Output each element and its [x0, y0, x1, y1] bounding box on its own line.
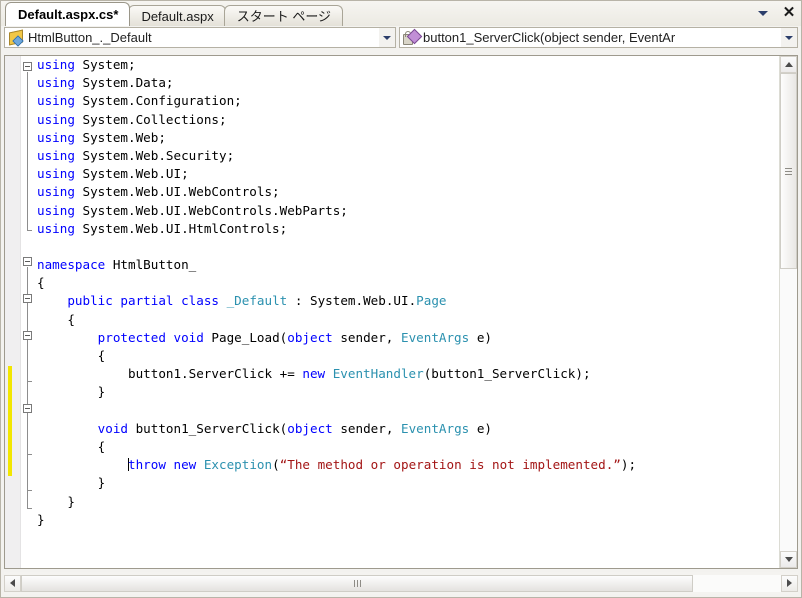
code-line: using System;	[37, 57, 136, 72]
vertical-scroll-track[interactable]	[780, 73, 797, 551]
code-line: }	[37, 511, 45, 527]
change-tracking-bar	[8, 366, 12, 476]
class-selector-value: HtmlButton_._Default	[28, 29, 152, 45]
code-line: using System.Configuration;	[37, 93, 242, 109]
code-line: {	[37, 275, 45, 291]
vertical-scroll-thumb[interactable]	[780, 73, 797, 269]
code-line: {	[37, 438, 106, 454]
collapse-toggle-usings[interactable]	[23, 62, 32, 71]
tab-strip-controls: ✕	[755, 2, 797, 24]
close-document-button[interactable]: ✕	[781, 5, 797, 21]
tab-start-page[interactable]: スタート ページ	[223, 5, 344, 26]
document-tab-strip: Default.aspx.cs* Default.aspx スタート ページ ✕	[1, 1, 801, 26]
chevron-down-icon[interactable]	[781, 28, 797, 47]
scroll-left-icon[interactable]	[4, 574, 21, 592]
code-line: using System.Web.UI.WebControls;	[37, 184, 280, 200]
code-line: {	[37, 348, 106, 363]
class-icon	[8, 29, 26, 47]
code-line: throw new Exception(“The method or opera…	[128, 457, 637, 473]
code-line: using System.Web.UI;	[37, 166, 189, 182]
member-selector-value: button1_ServerClick(object sender, Event…	[423, 29, 676, 45]
code-line: using System.Web.UI.WebControls.WebParts…	[37, 202, 348, 218]
code-line: }	[37, 384, 106, 400]
outlining-margin[interactable]	[21, 56, 35, 568]
member-selector-combobox[interactable]: button1_ServerClick(object sender, Event…	[399, 27, 798, 48]
navigation-bar: HtmlButton_._Default button1_ServerClick…	[1, 26, 801, 50]
scroll-right-icon[interactable]	[781, 574, 798, 592]
class-selector-combobox[interactable]: HtmlButton_._Default	[4, 27, 396, 48]
horizontal-scroll-track[interactable]	[21, 574, 781, 592]
tab-label: Default.aspx	[141, 9, 214, 24]
tab-default-aspx-cs[interactable]: Default.aspx.cs*	[5, 2, 131, 26]
horizontal-scrollbar[interactable]	[4, 572, 798, 594]
scroll-grip-icon	[785, 166, 792, 177]
chevron-down-icon[interactable]	[379, 28, 395, 47]
editor-body[interactable]: using System; using System.Data; using Sys…	[5, 56, 779, 568]
code-line: using System.Web;	[37, 129, 166, 145]
method-private-icon	[403, 28, 423, 46]
code-line: button1.ServerClick += new EventHandler(…	[37, 366, 591, 382]
code-line: void button1_ServerClick(object sender, …	[97, 420, 492, 436]
active-files-dropdown-button[interactable]	[755, 5, 771, 21]
source-code: using System; using System.Data; using Sys…	[37, 56, 779, 529]
code-editor: using System; using System.Data; using Sys…	[4, 55, 798, 569]
code-line: using System.Web.Security;	[37, 147, 235, 163]
code-line: using System.Data;	[37, 75, 174, 91]
scroll-down-icon[interactable]	[780, 551, 797, 568]
scroll-up-icon[interactable]	[780, 56, 797, 73]
code-line: protected void Page_Load(object sender, …	[97, 329, 492, 345]
tab-label: Default.aspx.cs*	[18, 7, 119, 22]
collapse-toggle-class[interactable]	[23, 294, 32, 303]
code-line: using System.Web.UI.HtmlControls;	[37, 220, 288, 236]
vertical-scrollbar[interactable]	[779, 56, 797, 568]
code-line: }	[37, 493, 75, 509]
code-line: {	[37, 311, 75, 327]
collapse-toggle-namespace[interactable]	[23, 257, 32, 266]
code-editor-window: Default.aspx.cs* Default.aspx スタート ページ ✕…	[0, 0, 802, 598]
collapse-toggle-server-click[interactable]	[23, 404, 32, 413]
scroll-grip-icon	[353, 579, 361, 587]
tab-label: スタート ページ	[236, 9, 332, 24]
code-line: using System.Collections;	[37, 111, 227, 127]
chevron-down-icon	[758, 10, 768, 16]
collapse-toggle-page-load[interactable]	[23, 331, 32, 340]
tab-default-aspx[interactable]: Default.aspx	[128, 5, 226, 26]
code-text-area[interactable]: using System; using System.Data; using Sys…	[35, 56, 779, 568]
horizontal-scroll-thumb[interactable]	[21, 574, 693, 592]
indicator-margin[interactable]	[5, 56, 21, 568]
code-line: public partial class _Default : System.W…	[67, 293, 447, 309]
code-line: }	[37, 475, 106, 491]
close-icon: ✕	[782, 4, 796, 21]
code-line: namespace HtmlButton_	[37, 257, 197, 273]
